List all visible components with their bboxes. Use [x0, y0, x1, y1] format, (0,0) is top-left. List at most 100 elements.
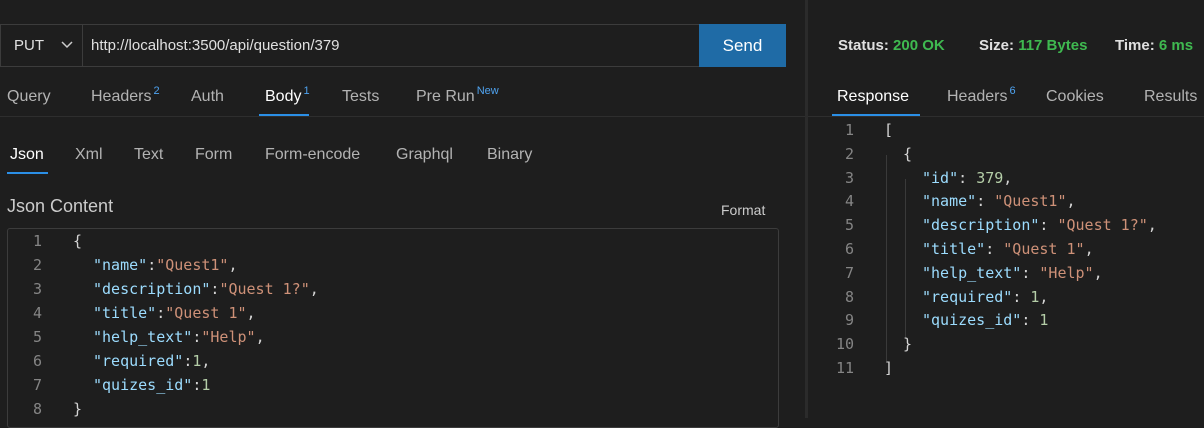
json-key: "required"	[93, 352, 184, 370]
code-line: "title":"Quest 1",	[93, 304, 256, 322]
json-editor[interactable]: 1{2 "name":"Quest1", 3 "description":"Quest…	[7, 228, 779, 428]
response-headers-count-badge: 6	[1009, 85, 1016, 97]
json-value: 1	[201, 376, 211, 394]
json-value: "Help"	[201, 328, 256, 346]
code-line: {	[73, 232, 82, 250]
time-label: Time:	[1115, 37, 1155, 54]
body-tab-graphql[interactable]: Graphql	[396, 146, 453, 164]
new-badge: New	[476, 85, 499, 97]
time-value: 6 ms	[1158, 37, 1194, 54]
json-key: "title"	[922, 240, 986, 258]
code-line: [	[884, 121, 893, 139]
body-tab-form-encode[interactable]: Form-encode	[265, 146, 360, 164]
json-brace: ]	[884, 359, 894, 377]
line-number: 1	[844, 121, 854, 139]
json-colon: :	[1012, 287, 1031, 306]
method-label: PUT	[14, 37, 44, 54]
line-number: 4	[32, 304, 42, 322]
line-number: 3	[32, 280, 42, 298]
code-line: "required":1,	[93, 352, 210, 370]
json-key: "title"	[93, 304, 157, 322]
json-comma: ,	[1066, 192, 1076, 211]
json-key: "help_text"	[922, 263, 1022, 282]
tab-response[interactable]: Response	[837, 88, 909, 106]
size-label: Size:	[979, 37, 1015, 54]
tab-tests[interactable]: Tests	[342, 88, 379, 106]
code-line: "id": 379,	[922, 169, 1012, 187]
code-line: "name":"Quest1",	[93, 256, 238, 274]
code-line: "help_text":"Help",	[93, 328, 265, 346]
indent-guide	[886, 155, 887, 363]
line-number: 1	[32, 232, 42, 250]
json-value: 379	[976, 168, 1004, 187]
tab-body[interactable]: Body 1	[265, 85, 310, 106]
response-viewer[interactable]: 1 [2 {3 "id": 379, 4 "name": "Quest1", 5 "descr…	[808, 118, 1204, 418]
send-button[interactable]: Send	[699, 24, 786, 67]
request-pane: PUT http://localhost:3500/api/question/3…	[0, 0, 806, 428]
json-colon: :	[183, 352, 193, 370]
json-key: "name"	[922, 192, 977, 211]
json-comma: ,	[246, 304, 256, 322]
json-value: "Help"	[1039, 263, 1094, 282]
json-comma: ,	[1003, 168, 1013, 187]
json-key: "description"	[93, 280, 211, 298]
json-colon: :	[985, 240, 1004, 258]
time-readout: Time: 6 ms	[1115, 37, 1193, 54]
status-label: Status:	[838, 37, 889, 54]
json-value: "Quest 1"	[165, 304, 247, 322]
body-tab-form[interactable]: Form	[195, 146, 232, 164]
json-value: 1	[1039, 311, 1049, 330]
active-body-tab-indicator	[7, 172, 48, 174]
tab-cookies[interactable]: Cookies	[1046, 88, 1104, 106]
tab-headers[interactable]: Headers 2	[91, 85, 160, 106]
json-brace: }	[903, 335, 913, 354]
indent-guide	[905, 179, 906, 339]
json-comma: ,	[1147, 216, 1157, 235]
json-value: "Quest 1?"	[219, 280, 310, 298]
body-tab-text[interactable]: Text	[134, 146, 163, 164]
json-brace: {	[903, 144, 913, 163]
json-comma: ,	[1039, 287, 1049, 306]
tab-response-headers[interactable]: Headers 6	[947, 85, 1016, 106]
body-tab-xml[interactable]: Xml	[75, 146, 103, 164]
json-comma: ,	[1093, 263, 1103, 282]
tab-query[interactable]: Query	[7, 88, 51, 106]
format-button[interactable]: Format	[721, 202, 765, 218]
json-key: "help_text"	[93, 328, 193, 346]
json-colon: :	[1039, 216, 1058, 235]
json-value: "Quest 1?"	[1057, 216, 1148, 235]
body-tab-json[interactable]: Json	[10, 146, 44, 164]
url-input[interactable]: http://localhost:3500/api/question/379	[91, 25, 340, 66]
code-line: }	[903, 335, 912, 353]
line-number: 6	[32, 352, 42, 370]
method-select[interactable]: PUT	[1, 25, 83, 66]
json-content-label: Json Content	[7, 196, 114, 216]
headers-count-badge: 2	[153, 85, 160, 97]
size-readout: Size: 117 Bytes	[979, 37, 1087, 54]
chevron-down-icon	[61, 41, 73, 49]
body-tab-binary[interactable]: Binary	[487, 146, 532, 164]
line-number: 9	[844, 311, 854, 330]
line-number: 7	[844, 263, 854, 282]
line-number: 4	[844, 192, 854, 211]
code-line: "quizes_id":1	[93, 376, 210, 394]
line-number: 6	[844, 240, 854, 258]
tab-pre-run[interactable]: Pre Run New	[416, 85, 499, 106]
code-line: "quizes_id": 1	[922, 311, 1048, 329]
json-brace: {	[73, 232, 83, 250]
tab-auth[interactable]: Auth	[191, 88, 224, 106]
code-line: "description":"Quest 1?",	[93, 280, 319, 298]
json-value: "Quest1"	[994, 192, 1067, 211]
json-value: "Quest 1"	[1003, 240, 1085, 258]
line-number: 11	[835, 359, 854, 377]
json-colon: :	[976, 192, 995, 211]
tabs-divider	[0, 116, 805, 117]
line-number: 10	[835, 335, 854, 354]
json-key: "description"	[922, 216, 1040, 235]
line-number: 2	[844, 144, 854, 163]
line-number: 8	[32, 400, 42, 418]
tab-results[interactable]: Results	[1144, 88, 1197, 106]
line-number: 7	[32, 376, 42, 394]
response-tabs-divider	[808, 116, 1204, 117]
json-comma: ,	[255, 328, 265, 346]
